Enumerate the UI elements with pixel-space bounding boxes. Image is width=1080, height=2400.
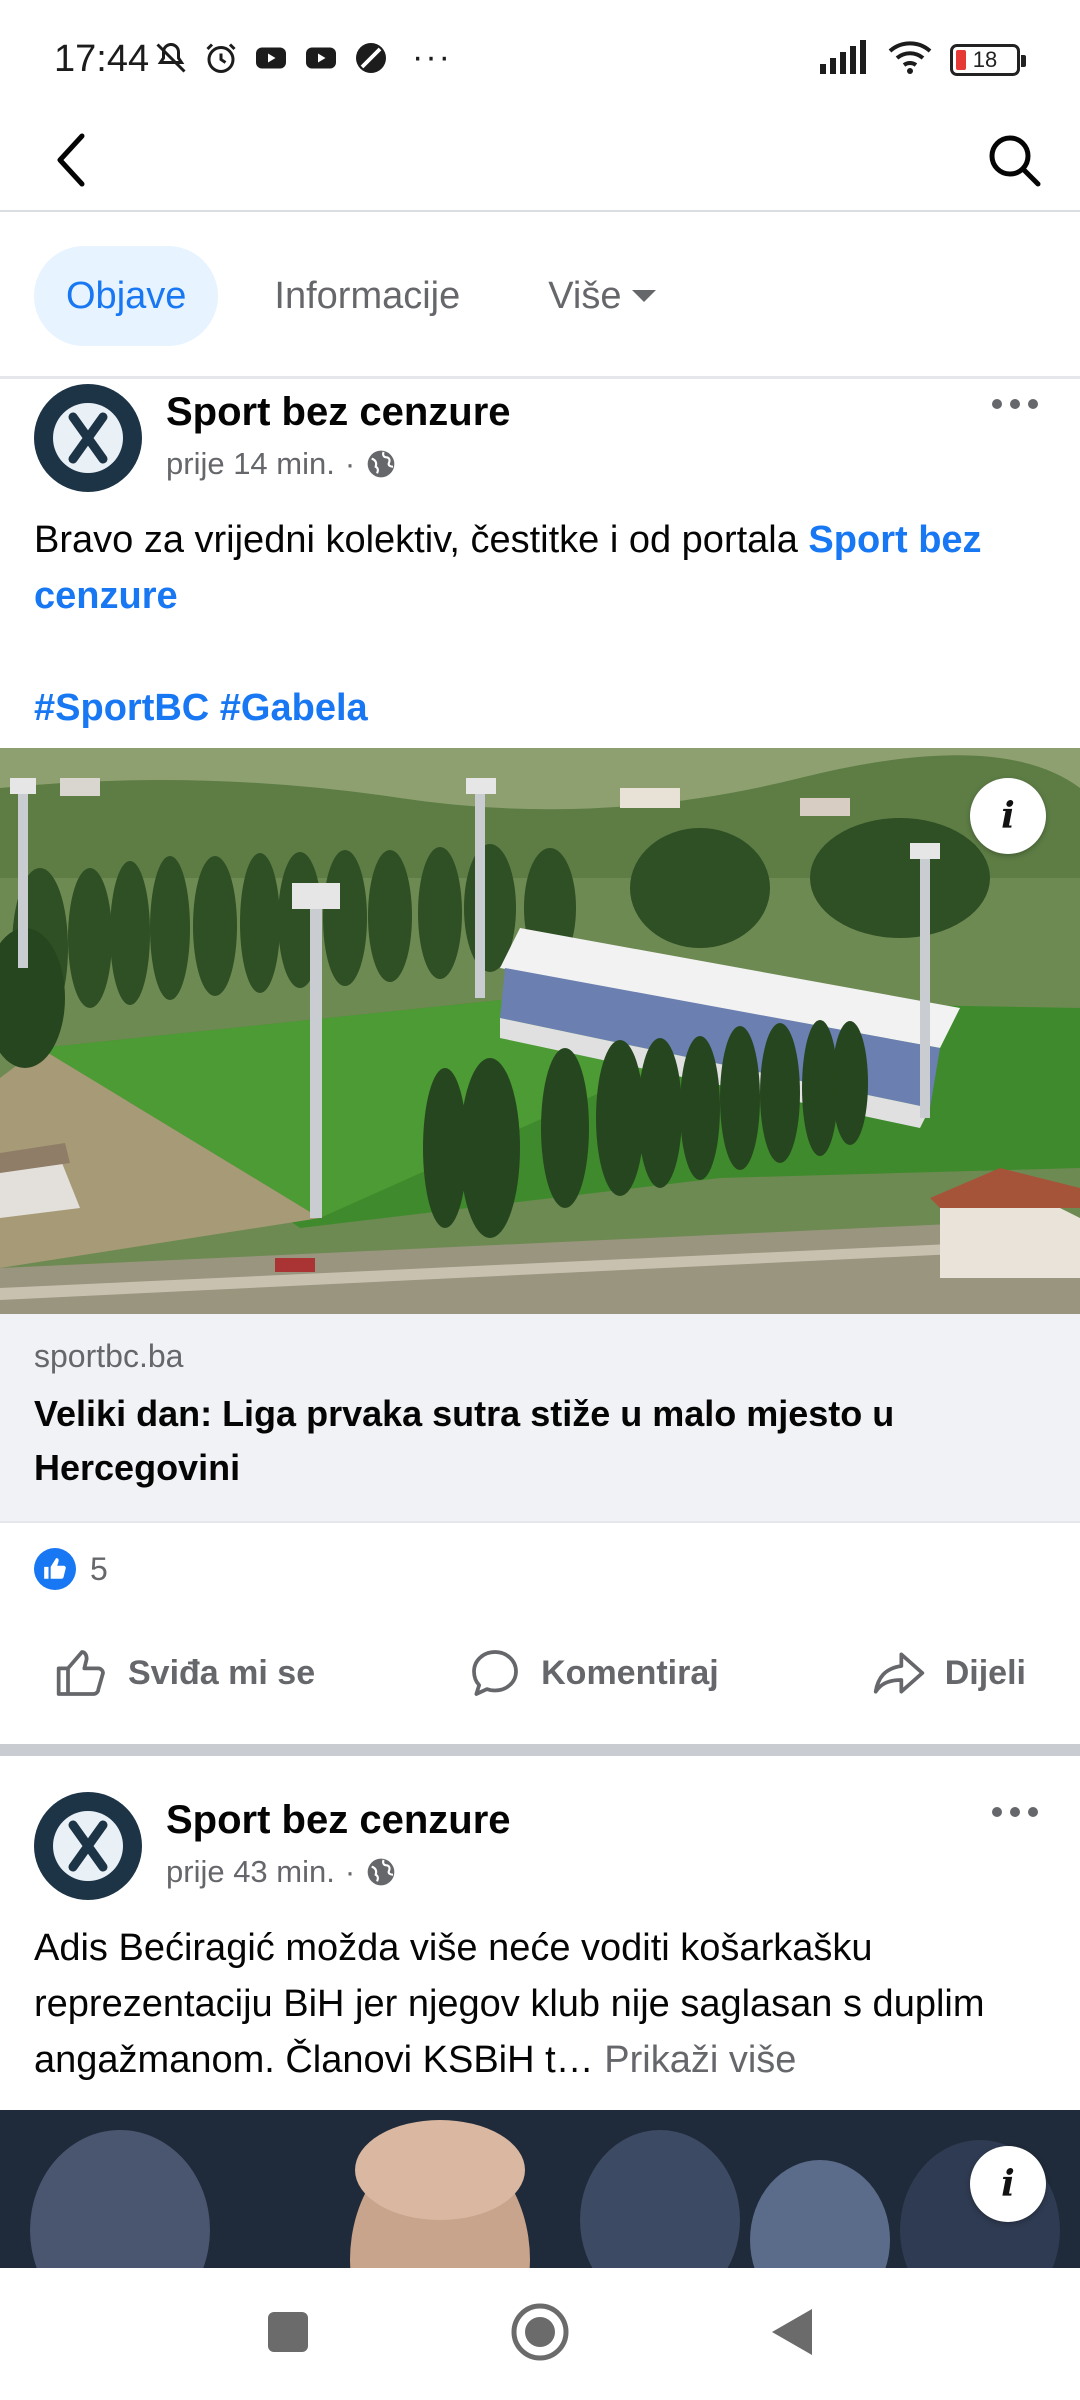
hashtag-link[interactable]: #SportBC #Gabela xyxy=(34,687,368,729)
caret-down-icon xyxy=(631,290,656,302)
tab-objave[interactable]: Objave xyxy=(34,246,219,346)
square-icon xyxy=(268,2311,308,2352)
data-saver-icon xyxy=(352,39,390,77)
post-text: Bravo za vrijedni kolektiv, čestitke i o… xyxy=(0,512,1080,624)
home-circle-icon xyxy=(511,2303,569,2360)
feed-post: Sport bez cenzure prije 43 min. · Adis B… xyxy=(0,1792,1080,2330)
search-icon xyxy=(989,135,1041,187)
page-name[interactable]: Sport bez cenzure xyxy=(166,1798,511,1843)
wifi-icon xyxy=(888,40,932,79)
alarm-icon xyxy=(202,39,240,77)
tab-informacije[interactable]: Informacije xyxy=(242,246,492,346)
battery-indicator: 18 xyxy=(950,43,1026,76)
post-text: Adis Bećiragić možda više neće voditi ko… xyxy=(0,1920,1080,2088)
tab-label: Više xyxy=(548,274,622,317)
avatar-logo xyxy=(53,1811,123,1881)
like-button[interactable]: Sviđa mi se xyxy=(54,1645,315,1701)
avatar[interactable] xyxy=(34,1792,142,1900)
globe-icon xyxy=(367,450,395,478)
battery-level: 18 xyxy=(972,46,998,72)
comment-icon xyxy=(472,1650,518,1696)
avatar-logo xyxy=(53,403,123,473)
recent-apps-button[interactable] xyxy=(266,2310,310,2359)
post-more-button[interactable] xyxy=(980,384,1050,424)
comment-button[interactable]: Komentiraj xyxy=(467,1645,719,1701)
post-separator xyxy=(0,1744,1080,1756)
meta-dot: · xyxy=(344,446,356,481)
meta-dot: · xyxy=(344,1854,356,1889)
see-more-link[interactable]: Prikaži više xyxy=(594,2039,796,2081)
status-time: 17:44 xyxy=(54,38,150,80)
globe-icon xyxy=(367,1858,395,1886)
ad-info-button[interactable]: i xyxy=(970,2146,1046,2222)
link-preview[interactable]: sportbc.ba Veliki dan: Liga prvaka sutra… xyxy=(0,1314,1080,1523)
search-button[interactable] xyxy=(982,128,1046,192)
page-name[interactable]: Sport bez cenzure xyxy=(166,390,511,435)
home-button[interactable] xyxy=(510,2302,570,2367)
reaction-count: 5 xyxy=(90,1550,108,1587)
post-meta: prije 43 min. · xyxy=(166,1854,397,1890)
post-actions: Sviđa mi se Komentiraj Dijeli xyxy=(0,1615,1080,1731)
post-body: Bravo za vrijedni kolektiv, čestitke i o… xyxy=(34,519,809,561)
post-header: Sport bez cenzure prije 14 min. · xyxy=(0,384,1080,504)
ad-info-button[interactable]: i xyxy=(970,778,1046,854)
like-label: Sviđa mi se xyxy=(128,1653,316,1692)
post-header: Sport bez cenzure prije 43 min. · xyxy=(0,1792,1080,1912)
info-icon: i xyxy=(1001,795,1015,837)
tab-vise[interactable]: Više xyxy=(516,246,687,346)
share-icon xyxy=(873,1652,924,1694)
youtube-icon xyxy=(252,39,290,77)
post-hashtags: #SportBC #Gabela xyxy=(0,680,1080,736)
post-time[interactable]: prije 14 min. xyxy=(166,446,335,482)
status-icons-left: ··· xyxy=(152,38,452,77)
tab-label: Informacije xyxy=(274,274,461,317)
status-icons-right: 18 xyxy=(820,40,1026,79)
link-domain: sportbc.ba xyxy=(34,1338,184,1374)
mute-icon xyxy=(152,39,190,77)
page-tabs: Objave Informacije Više xyxy=(34,246,688,346)
signal-icon xyxy=(820,40,870,79)
post-time[interactable]: prije 43 min. xyxy=(166,1854,335,1890)
post-image[interactable]: i xyxy=(0,748,1080,1314)
back-button[interactable] xyxy=(40,128,104,192)
back-arrow-icon xyxy=(57,133,85,187)
system-nav-bar xyxy=(0,2268,1080,2400)
post-more-button[interactable] xyxy=(980,1792,1050,1832)
thumbs-up-icon xyxy=(56,1650,105,1696)
post-body: Adis Bećiragić možda više neće voditi ko… xyxy=(34,1927,985,2081)
like-reaction-icon xyxy=(34,1548,76,1590)
triangle-back-icon xyxy=(772,2308,812,2355)
status-more-icon: ··· xyxy=(412,38,452,76)
post-meta: prije 14 min. · xyxy=(166,446,397,482)
divider xyxy=(0,376,1080,379)
stadium-image xyxy=(0,748,1080,1314)
avatar[interactable] xyxy=(34,384,142,492)
info-icon: i xyxy=(1001,2163,1015,2205)
reaction-summary[interactable]: 5 xyxy=(0,1523,1080,1615)
share-label: Dijeli xyxy=(944,1653,1026,1692)
tab-label: Objave xyxy=(66,274,187,317)
youtube-icon xyxy=(302,39,340,77)
link-title: Veliki dan: Liga prvaka sutra stiže u ma… xyxy=(34,1393,895,1488)
status-bar: 17:44 ··· 18 xyxy=(0,0,1080,110)
back-nav-button[interactable] xyxy=(770,2307,814,2362)
comment-label: Komentiraj xyxy=(541,1653,719,1692)
share-button[interactable]: Dijeli xyxy=(871,1645,1026,1701)
feed-post: Sport bez cenzure prije 14 min. · Bravo … xyxy=(0,384,1080,1731)
app-bar xyxy=(0,110,1080,212)
